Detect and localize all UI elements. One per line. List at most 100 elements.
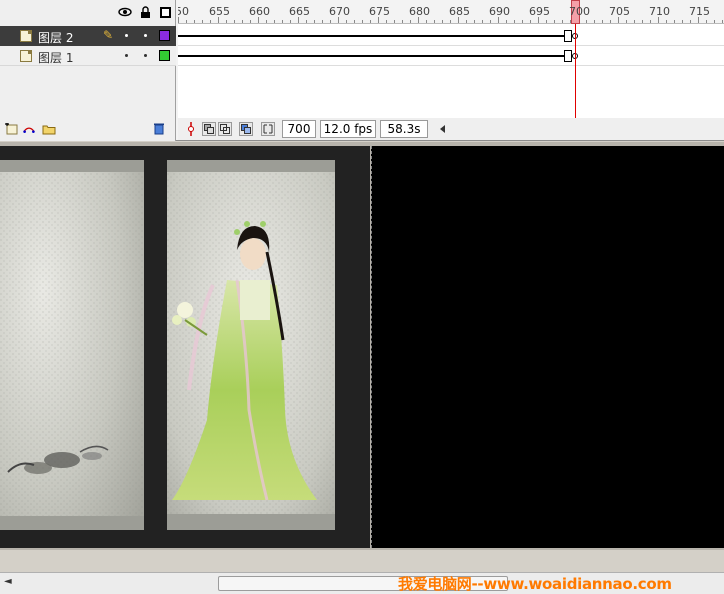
ruler-label: 685 [449, 5, 470, 18]
ruler-tick [354, 20, 355, 23]
ruler-tick [210, 20, 211, 23]
stage-area[interactable] [0, 142, 724, 550]
layer-icon [20, 30, 32, 42]
lock-dot[interactable] [144, 34, 147, 37]
add-motion-guide-icon[interactable] [22, 122, 36, 135]
ruler-label: 705 [609, 5, 630, 18]
ruler-tick [330, 20, 331, 23]
stage-offscreen-area[interactable] [371, 146, 724, 548]
ruler-tick [674, 20, 675, 23]
ruler-tick [266, 20, 267, 23]
ruler-tick [442, 20, 443, 23]
add-layer-icon[interactable] [4, 122, 18, 135]
watermark: 我爱电脑网--www.woaidiannao.com [398, 575, 672, 593]
ruler-tick [178, 17, 179, 23]
ruler-tick [394, 20, 395, 23]
add-folder-icon[interactable] [42, 122, 56, 135]
ruler-tick [386, 20, 387, 23]
stage-artwork[interactable] [0, 146, 370, 548]
onion-skin-icon[interactable] [202, 122, 216, 136]
layer-row-1[interactable]: 图层 1 [0, 46, 176, 66]
ruler-tick [658, 17, 659, 23]
layer-icon [20, 50, 32, 62]
ruler-tick [642, 20, 643, 23]
ruler-tick [194, 20, 195, 23]
timeline-status-bar: 700 12.0 fps 58.3s [178, 118, 724, 140]
scroll-left-arrow-icon[interactable]: ◄ [4, 576, 12, 587]
visibility-dot[interactable] [125, 54, 128, 57]
ruler-tick [258, 17, 259, 23]
lock-dot[interactable] [144, 54, 147, 57]
ruler-tick [450, 20, 451, 23]
ruler-label: 715 [689, 5, 710, 18]
ruler-label: 660 [249, 5, 270, 18]
ruler-label: 655 [209, 5, 230, 18]
ruler-tick [242, 20, 243, 23]
frame-rate-field[interactable]: 12.0 fps [320, 120, 376, 138]
lock-icon[interactable] [138, 5, 152, 19]
ruler-label: 675 [369, 5, 390, 18]
ruler-tick [506, 20, 507, 23]
ruler-label: 680 [409, 5, 430, 18]
ruler-tick [706, 20, 707, 23]
layers-column: 图层 2 ✎ 图层 1 [0, 0, 176, 141]
frame-grid[interactable] [178, 24, 724, 118]
pencil-icon: ✎ [103, 28, 114, 42]
ruler-tick [722, 20, 723, 23]
ruler-tick [498, 17, 499, 23]
ruler-tick [290, 20, 291, 23]
ruler-tick [682, 20, 683, 23]
playhead-line [575, 24, 576, 120]
ruler-tick [586, 20, 587, 23]
ruler-label: 665 [289, 5, 310, 18]
frame-span [178, 55, 568, 57]
ruler-tick [530, 20, 531, 23]
scroll-panel-left[interactable] [0, 160, 144, 530]
timeline-panel: 图层 2 ✎ 图层 1 0 655 660 665 670 675 680 68… [0, 0, 724, 141]
ruler-tick [698, 17, 699, 23]
ruler-tick [202, 20, 203, 23]
layer-name[interactable]: 图层 2 [38, 29, 73, 46]
ruler-label: 50 [178, 5, 189, 18]
modify-onion-markers-icon[interactable] [261, 122, 275, 136]
ruler-tick [418, 17, 419, 23]
eye-icon[interactable] [118, 5, 132, 19]
keyframe[interactable] [564, 50, 572, 62]
outline-icon[interactable] [158, 5, 172, 19]
center-frame-icon[interactable] [184, 122, 198, 136]
ruler-tick [322, 20, 323, 23]
keyframe[interactable] [564, 30, 572, 42]
ruler-tick [298, 17, 299, 23]
ruler-tick [378, 17, 379, 23]
ruler-tick [370, 20, 371, 23]
ruler-tick [426, 20, 427, 23]
ruler-tick [306, 20, 307, 23]
frame-ruler[interactable]: 50 655 660 665 670 675 680 685 690 695 7… [178, 0, 724, 24]
trash-icon[interactable] [152, 122, 166, 135]
ruler-tick [690, 20, 691, 23]
ruler-tick [458, 17, 459, 23]
ruler-tick [554, 20, 555, 23]
ruler-tick [562, 20, 563, 23]
ruler-tick [314, 20, 315, 23]
ruler-tick [402, 20, 403, 23]
ruler-tick [410, 20, 411, 23]
outline-color-swatch[interactable] [159, 30, 170, 41]
ruler-label: 695 [529, 5, 550, 18]
ruler-tick [610, 20, 611, 23]
ruler-tick [602, 20, 603, 23]
ruler-tick [618, 17, 619, 23]
onion-skin-outlines-icon[interactable] [218, 122, 232, 136]
visibility-dot[interactable] [125, 34, 128, 37]
frame-row-layer-2[interactable] [178, 26, 724, 46]
ruler-tick [186, 20, 187, 23]
current-frame-field[interactable]: 700 [282, 120, 316, 138]
edit-multiple-frames-icon[interactable] [239, 122, 253, 136]
scroll-panel-right[interactable] [167, 160, 335, 530]
scroll-left-icon[interactable] [436, 122, 450, 136]
frame-row-layer-1[interactable] [178, 46, 724, 66]
layers-header [0, 0, 176, 24]
layer-row-2[interactable]: 图层 2 ✎ [0, 26, 176, 46]
layer-name[interactable]: 图层 1 [38, 49, 73, 66]
outline-color-swatch[interactable] [159, 50, 170, 61]
